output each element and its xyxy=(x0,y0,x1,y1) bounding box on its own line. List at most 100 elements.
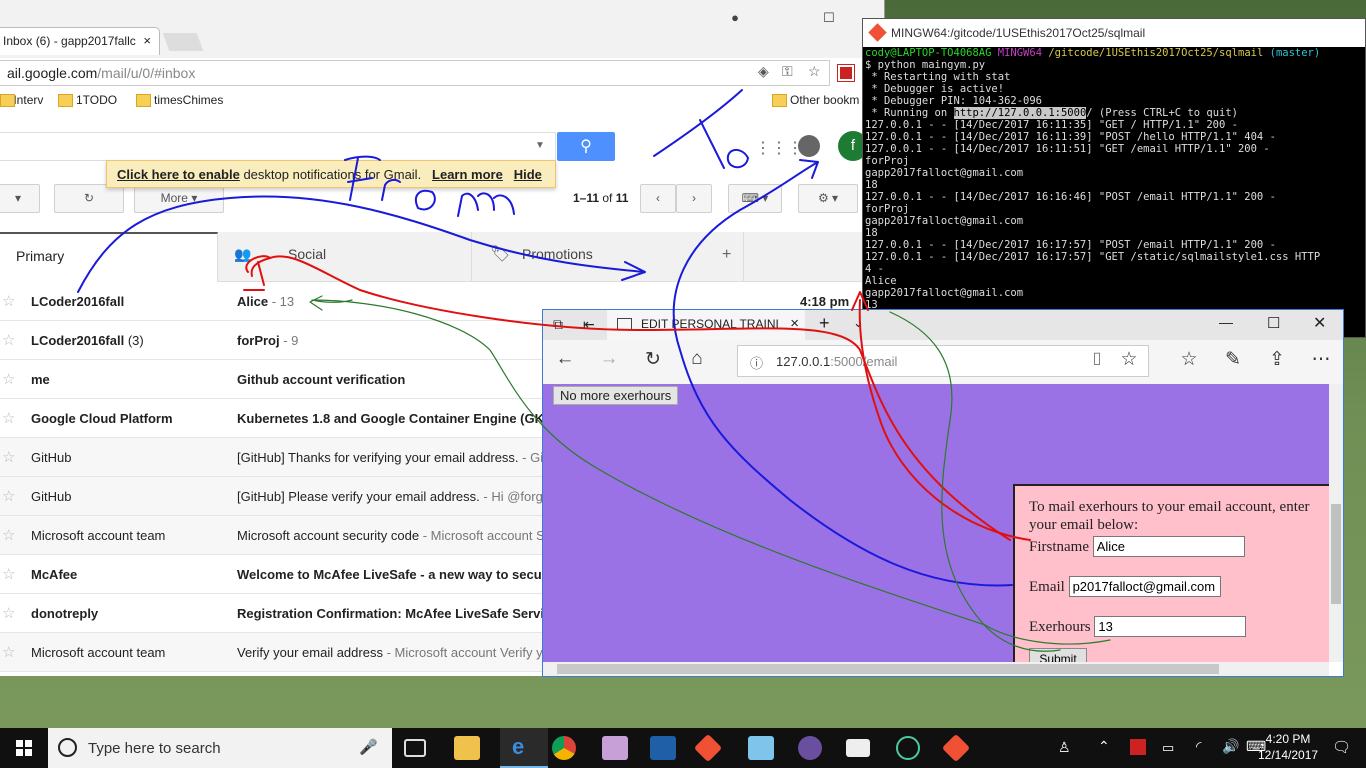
git-bash-taskbar-icon[interactable] xyxy=(693,733,723,763)
vertical-scrollbar[interactable] xyxy=(1329,384,1343,662)
hide-link[interactable]: Hide xyxy=(514,167,542,182)
horizontal-scrollbar[interactable] xyxy=(543,662,1329,676)
close-tab-icon[interactable]: × xyxy=(143,33,151,48)
battery-icon[interactable]: ▭ xyxy=(1162,740,1174,756)
tab-preview-icon[interactable]: ⧉ xyxy=(553,316,563,333)
minimize-icon[interactable]: — xyxy=(1219,314,1233,330)
star-icon[interactable]: ☆ xyxy=(2,526,15,544)
more-dots-icon[interactable]: ⋯ xyxy=(1307,348,1335,374)
star-icon[interactable]: ☆ xyxy=(2,331,15,349)
form-intro: To mail exerhours to your email account,… xyxy=(1029,499,1310,533)
edge-tab[interactable]: EDIT PERSONAL TRAINI × xyxy=(607,310,805,340)
git-gui-icon[interactable] xyxy=(941,733,971,763)
select-dropdown[interactable]: ▾ xyxy=(0,184,40,213)
file-explorer-icon[interactable] xyxy=(454,736,480,760)
learn-more-link[interactable]: Learn more xyxy=(432,167,503,182)
star-icon[interactable]: ☆ xyxy=(2,643,15,661)
subject-text: Github account verification xyxy=(237,372,406,387)
newer-button[interactable]: ‹ xyxy=(640,184,676,213)
gmail-search-input[interactable] xyxy=(0,132,556,161)
add-tab-button[interactable]: + xyxy=(722,246,731,264)
star-icon[interactable]: ☆ xyxy=(2,448,15,466)
eclipse-icon[interactable] xyxy=(798,736,822,760)
eye-icon[interactable]: ◈ xyxy=(758,63,769,80)
reading-view-icon[interactable]: ▯ xyxy=(1083,348,1111,374)
taskbar-search-box[interactable]: Type here to search 🎤 xyxy=(48,728,392,768)
tab-social[interactable]: 👥 Social xyxy=(218,232,472,282)
submit-button[interactable]: Submit xyxy=(1029,648,1087,662)
paint-icon[interactable] xyxy=(602,736,628,760)
taskbar-clock[interactable]: 4:20 PM 12/14/2017 xyxy=(1258,731,1318,763)
chevron-up-icon[interactable]: ⌃ xyxy=(1098,738,1110,755)
terminal-output[interactable]: cody@LAPTOP-TO4068AG MINGW64 /gitcode/1U… xyxy=(865,47,1365,311)
favorite-star-icon[interactable]: ☆ xyxy=(1115,348,1143,374)
back-arrow-icon[interactable]: ← xyxy=(551,348,579,374)
notepad-icon[interactable] xyxy=(748,736,774,760)
powershell-icon[interactable] xyxy=(650,736,676,760)
search-button[interactable]: ⚲ xyxy=(557,132,615,161)
star-icon[interactable]: ☆ xyxy=(2,604,15,622)
terminal-line: 18 xyxy=(865,179,878,191)
wifi-icon[interactable]: ◜ xyxy=(1196,738,1201,755)
email-input[interactable] xyxy=(1068,576,1221,597)
thread-count: (3) xyxy=(124,333,144,348)
atom-icon[interactable] xyxy=(896,736,920,760)
pen-icon[interactable]: ✎ xyxy=(1219,348,1247,374)
apps-grid-icon[interactable]: ⋮⋮⋮ xyxy=(755,138,803,158)
share-icon[interactable]: ⇪ xyxy=(1263,348,1291,374)
maximize-icon[interactable]: ☐ xyxy=(816,10,842,30)
set-aside-tabs-icon[interactable]: ⇤ xyxy=(583,316,595,333)
bookmark-folder[interactable]: 1TODO xyxy=(58,93,117,109)
older-button[interactable]: › xyxy=(676,184,712,213)
firstname-input[interactable] xyxy=(1092,536,1245,557)
vertical-scroll-thumb[interactable] xyxy=(1331,504,1341,604)
chrome-taskbar-icon[interactable] xyxy=(552,736,576,760)
home-icon[interactable]: ⌂ xyxy=(683,348,711,374)
start-button[interactable] xyxy=(0,728,48,768)
star-icon[interactable]: ☆ xyxy=(2,370,15,388)
people-icon[interactable]: ♙ xyxy=(1058,739,1071,756)
maximize-icon[interactable]: ☐ xyxy=(1267,314,1280,332)
notifications-icon[interactable] xyxy=(798,135,820,157)
star-icon[interactable]: ☆ xyxy=(2,409,15,427)
horizontal-scroll-thumb[interactable] xyxy=(557,664,1219,674)
exerhours-input[interactable] xyxy=(1094,616,1247,637)
terminal-line: * Debugger PIN: 104-362-096 xyxy=(865,95,1043,107)
close-tab-icon[interactable]: × xyxy=(790,315,799,332)
star-icon[interactable]: ☆ xyxy=(2,565,15,583)
address-bar[interactable]: ail.google.com/mail/u/0/#inbox xyxy=(0,60,830,86)
enable-notifications-link[interactable]: Click here to enable xyxy=(117,167,240,182)
key-icon[interactable]: ⚿ xyxy=(782,63,793,80)
edge-taskbar-icon[interactable]: e xyxy=(500,728,548,768)
chevron-down-icon[interactable]: ⌄ xyxy=(853,315,864,331)
bookmark-folder-other[interactable]: Other bookm xyxy=(772,93,859,109)
no-more-exerhours-button[interactable]: No more exerhours xyxy=(553,386,679,405)
star-icon[interactable]: ☆ xyxy=(2,487,15,505)
refresh-icon[interactable]: ↻ xyxy=(639,348,667,374)
favorites-hub-icon[interactable]: ☆ xyxy=(1175,348,1203,374)
extension-icon[interactable] xyxy=(837,64,855,82)
close-window-icon[interactable]: ✕ xyxy=(1313,313,1326,333)
bookmark-item[interactable]: epInterv xyxy=(0,93,43,109)
bookmark-folder[interactable]: timesChimes xyxy=(136,93,223,109)
keyboard-icon[interactable]: ⌨ ▾ xyxy=(728,184,782,213)
search-options-icon[interactable]: ▼ xyxy=(535,140,545,151)
star-icon[interactable]: ☆ xyxy=(2,292,15,310)
mcafee-icon[interactable] xyxy=(1130,739,1146,755)
profile-icon[interactable]: ● xyxy=(722,10,748,30)
tab-promotions[interactable]: 🏷 Promotions xyxy=(472,232,744,282)
forward-arrow-icon[interactable]: → xyxy=(595,348,623,374)
more-button[interactable]: More ▾ xyxy=(134,184,224,213)
new-tab-icon[interactable]: + xyxy=(819,313,830,334)
action-center-icon[interactable]: 🗨 xyxy=(1332,738,1351,756)
refresh-button[interactable]: ↻ xyxy=(54,184,124,213)
new-tab-button[interactable] xyxy=(162,33,204,51)
tab-primary[interactable]: Primary xyxy=(0,232,218,282)
bookmark-star-icon[interactable]: ☆ xyxy=(808,63,821,80)
chrome-tab-inbox[interactable]: Inbox (6) - gapp2017fallc × xyxy=(0,27,160,55)
microphone-icon[interactable]: 🎤 xyxy=(359,738,378,756)
settings-gear-icon[interactable]: ⚙ ▾ xyxy=(798,184,858,213)
mail-icon[interactable] xyxy=(846,739,870,757)
task-view-icon[interactable] xyxy=(404,739,426,757)
volume-icon[interactable]: 🔊 xyxy=(1222,738,1239,755)
